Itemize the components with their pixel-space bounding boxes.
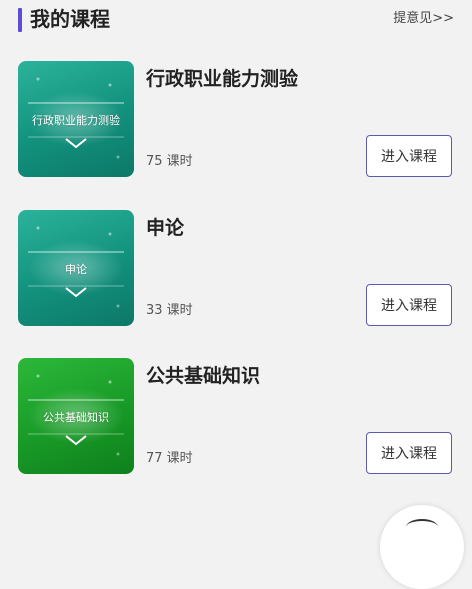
course-item: 行政职业能力测验 行政职业能力测验 75 课时 进入课程 <box>0 61 472 179</box>
thumbnail-label: 公共基础知识 <box>43 411 109 424</box>
floating-action-button[interactable] <box>380 505 464 589</box>
course-item: 公共基础知识 公共基础知识 77 课时 进入课程 <box>0 358 472 476</box>
thumbnail-label: 申论 <box>65 263 87 276</box>
header: 我的课程 提意见>> <box>0 0 472 44</box>
course-thumbnail[interactable]: 行政职业能力测验 <box>18 61 134 177</box>
enter-course-button[interactable]: 进入课程 <box>366 135 452 177</box>
course-hours: 75 课时 <box>146 154 193 169</box>
floating-button-icon <box>406 519 438 535</box>
title-accent-bar <box>18 8 22 32</box>
course-title: 申论 <box>146 217 185 239</box>
enter-course-button[interactable]: 进入课程 <box>366 432 452 474</box>
course-hours: 77 课时 <box>146 451 193 466</box>
page-title: 我的课程 <box>30 7 110 31</box>
course-item: 申论 申论 33 课时 进入课程 <box>0 210 472 328</box>
feedback-link[interactable]: 提意见>> <box>393 9 454 29</box>
thumbnail-label: 行政职业能力测验 <box>32 114 120 127</box>
course-hours: 33 课时 <box>146 303 193 318</box>
course-title: 公共基础知识 <box>146 365 261 387</box>
course-title: 行政职业能力测验 <box>146 68 299 90</box>
course-thumbnail[interactable]: 申论 <box>18 210 134 326</box>
enter-course-button[interactable]: 进入课程 <box>366 284 452 326</box>
course-thumbnail[interactable]: 公共基础知识 <box>18 358 134 474</box>
